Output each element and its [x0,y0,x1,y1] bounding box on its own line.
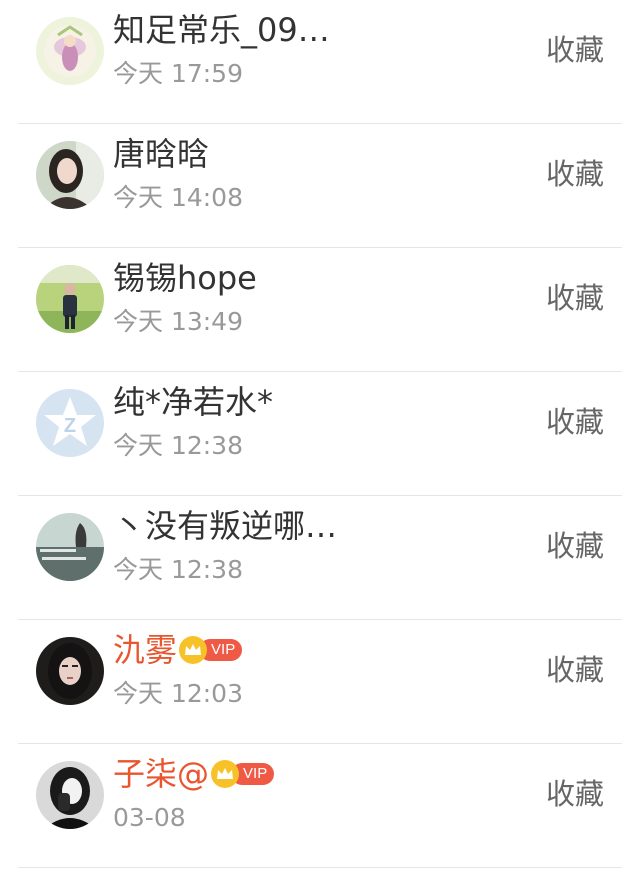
timestamp: 今天 12:38 [113,431,243,460]
favorite-button[interactable]: 收藏 [546,524,604,568]
avatar[interactable]: Z [36,389,104,457]
crown-icon [179,636,208,664]
timestamp: 今天 13:49 [113,307,243,336]
list-item[interactable]: 氿雾 VIP 今天 12:03 收藏 [0,620,640,744]
user-name[interactable]: 氿雾 [113,628,177,672]
timestamp: 今天 17:59 [113,59,243,88]
favorite-button[interactable]: 收藏 [546,276,604,320]
vip-badge: VIP [179,636,243,664]
user-name[interactable]: 子柒@ [113,752,209,796]
user-name[interactable]: 纯*净若水* [113,380,273,424]
timestamp: 今天 12:03 [113,679,243,708]
user-name[interactable]: 唐晗晗 [113,132,209,176]
avatar[interactable] [36,265,104,333]
avatar[interactable] [36,513,104,581]
avatar[interactable] [36,761,104,829]
favorite-button[interactable]: 收藏 [546,648,604,692]
timestamp: 今天 14:08 [113,183,243,212]
crown-icon [211,760,240,788]
avatar[interactable] [36,17,104,85]
user-name[interactable]: 丶没有叛逆哪… [113,504,337,548]
favorite-button[interactable]: 收藏 [546,772,604,816]
list-item[interactable]: Z 纯*净若水* 今天 12:38 收藏 [0,372,640,496]
avatar[interactable] [36,141,104,209]
avatar[interactable] [36,637,104,705]
user-name[interactable]: 锡锡hope [113,256,257,300]
list-item[interactable]: 丶没有叛逆哪… 今天 12:38 收藏 [0,496,640,620]
favorite-button[interactable]: 收藏 [546,152,604,196]
svg-text:Z: Z [64,415,76,437]
favorite-button[interactable]: 收藏 [546,28,604,72]
timestamp: 今天 12:38 [113,555,243,584]
timestamp: 03-08 [113,803,186,832]
user-name[interactable]: 知足常乐_09… [113,8,330,52]
favorite-button[interactable]: 收藏 [546,400,604,444]
favorites-user-list: 知足常乐_09… 今天 17:59 收藏 唐晗晗 今天 14:08 收藏 锡锡h… [0,0,640,876]
list-item[interactable]: 子柒@ VIP 03-08 收藏 [0,744,640,868]
list-item[interactable]: 唐晗晗 今天 14:08 收藏 [0,124,640,248]
vip-badge: VIP [211,760,275,788]
list-item[interactable]: 锡锡hope 今天 13:49 收藏 [0,248,640,372]
list-item[interactable]: 知足常乐_09… 今天 17:59 收藏 [0,0,640,124]
